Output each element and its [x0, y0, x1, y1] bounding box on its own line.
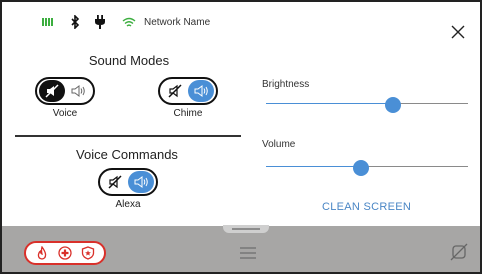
brightness-slider[interactable] — [266, 97, 468, 113]
menu-button[interactable] — [239, 246, 257, 260]
volume-label: Volume — [262, 139, 296, 150]
brightness-thumb[interactable] — [385, 97, 402, 113]
clean-screen-button[interactable]: CLEAN SCREEN — [322, 201, 411, 213]
voice-toggle[interactable] — [35, 77, 95, 105]
close-button[interactable] — [450, 24, 466, 40]
close-icon — [451, 25, 465, 39]
battery-icon — [42, 14, 54, 30]
chime-mute-segment[interactable] — [162, 80, 188, 102]
speaker-icon — [71, 85, 85, 97]
chime-sound-segment[interactable] — [188, 80, 214, 102]
section-divider — [15, 135, 241, 137]
emergency-buttons[interactable] — [24, 241, 106, 265]
chime-label: Chime — [173, 108, 203, 119]
do-not-disturb-button[interactable] — [450, 243, 468, 261]
brightness-label: Brightness — [262, 79, 310, 90]
brightness-fill — [266, 103, 394, 104]
drawer-handle[interactable] — [223, 225, 269, 233]
alexa-label: Alexa — [115, 199, 141, 210]
alexa-toggle[interactable] — [98, 168, 158, 196]
speaker-icon — [194, 85, 208, 97]
medical-icon[interactable] — [58, 246, 72, 260]
voice-mute-segment[interactable] — [39, 80, 65, 102]
hamburger-menu-icon — [240, 247, 256, 259]
volume-slider[interactable] — [266, 160, 468, 176]
speaker-muted-icon — [108, 175, 122, 189]
volume-fill — [266, 166, 361, 167]
plug-icon — [94, 14, 106, 30]
sound-modes-title: Sound Modes — [88, 53, 170, 68]
bluetooth-icon — [70, 14, 80, 30]
speaker-muted-icon — [45, 84, 59, 98]
voice-label: Voice — [52, 108, 78, 119]
alexa-mute-segment[interactable] — [102, 171, 128, 193]
voice-commands-title: Voice Commands — [76, 147, 178, 162]
fire-icon[interactable] — [35, 246, 49, 260]
alexa-sound-segment[interactable] — [128, 171, 154, 193]
wifi-icon — [122, 14, 136, 30]
volume-thumb[interactable] — [352, 160, 369, 176]
police-icon[interactable] — [81, 246, 95, 260]
speaker-muted-icon — [168, 84, 182, 98]
speaker-icon — [134, 176, 148, 188]
chime-toggle[interactable] — [158, 77, 218, 105]
network-name: Network Name — [144, 16, 211, 28]
bottom-bar — [2, 225, 480, 272]
slashed-square-icon — [450, 243, 468, 261]
voice-sound-segment[interactable] — [65, 80, 91, 102]
status-bar: Network Name — [42, 13, 210, 31]
